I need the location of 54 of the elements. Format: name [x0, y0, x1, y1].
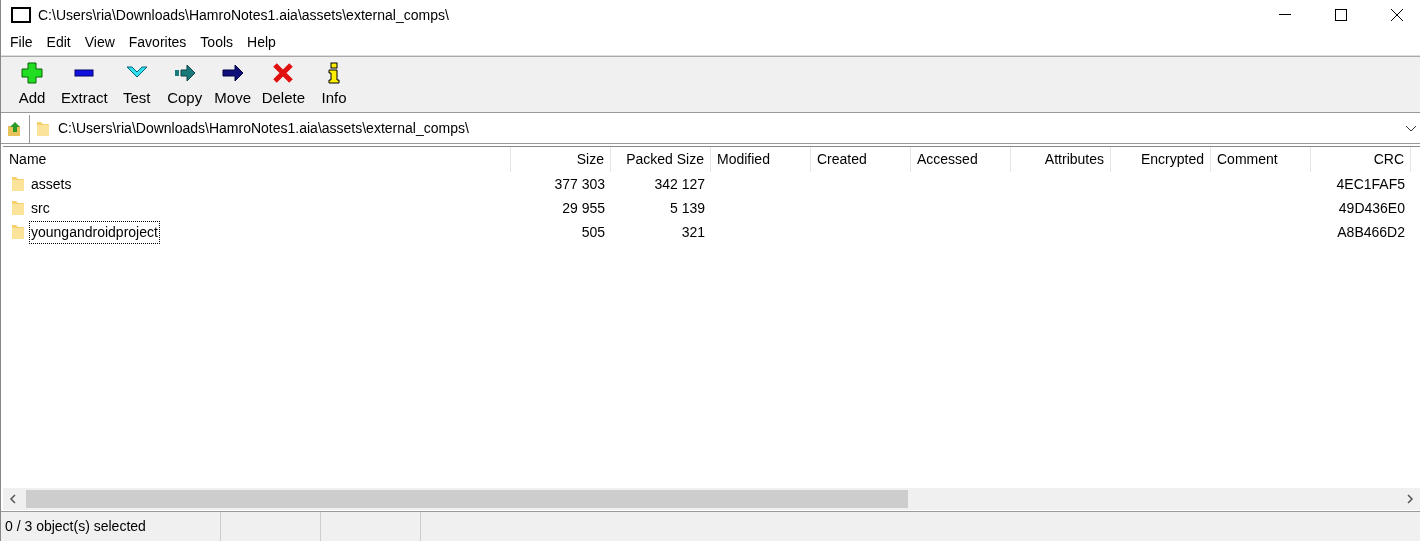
minimize-icon — [1279, 14, 1291, 16]
column-header[interactable]: Packed Size — [611, 147, 711, 172]
column-header[interactable]: Created — [811, 147, 911, 172]
toolbar-button[interactable]: Copy — [161, 61, 208, 108]
column-header[interactable]: Attributes — [1011, 147, 1111, 172]
file-row[interactable]: src 29 955 5 139 49D436E0 — [3, 196, 1420, 220]
column-header[interactable]: CRC — [1311, 147, 1411, 172]
toolbar-button[interactable]: Move — [209, 61, 256, 108]
plus-icon — [20, 61, 44, 85]
address-field[interactable]: C:\Users\ria\Downloads\HamroNotes1.aia\assets\external_comps\ — [29, 114, 1420, 143]
folder-icon — [36, 120, 50, 137]
toolbar-button[interactable]: Extract — [57, 61, 112, 108]
close-icon — [1391, 9, 1403, 21]
folder-icon — [11, 224, 25, 240]
file-row[interactable]: youngandroidproject 505 321 A8B466D2 — [3, 220, 1420, 244]
menu-item[interactable]: View — [77, 31, 122, 54]
toolbar-button[interactable]: Info — [311, 61, 358, 108]
menu-item[interactable]: Edit — [39, 31, 78, 54]
column-header[interactable]: Accessed — [911, 147, 1011, 172]
status-text: 0 / 3 object(s) selected — [1, 512, 221, 541]
table-cell-text: 4EC1FAF5 — [1335, 174, 1406, 194]
column-header[interactable]: Name — [3, 147, 511, 172]
file-row[interactable]: assets 377 303 342 127 4EC1FAF5 — [3, 172, 1420, 196]
table-cell-text: 321 — [680, 222, 706, 242]
folder-icon — [11, 176, 25, 192]
toolbar-button[interactable]: Test — [113, 61, 160, 108]
toolbar-button[interactable]: Add — [9, 61, 55, 108]
menu-item[interactable]: File — [3, 31, 40, 54]
menu-item[interactable]: Favorites — [121, 31, 194, 54]
table-cell-text: A8B466D2 — [1336, 222, 1406, 242]
menu-item[interactable]: Help — [240, 31, 283, 54]
file-name: src — [30, 198, 51, 218]
table-cell-text: 49D436E0 — [1337, 198, 1406, 218]
file-name: youngandroidproject — [30, 221, 159, 243]
table-cell-text: 29 955 — [561, 198, 606, 218]
scrollbar-thumb[interactable] — [26, 490, 908, 508]
folder-icon — [11, 200, 25, 216]
menu-item[interactable]: Tools — [193, 31, 241, 54]
toolbar-button[interactable]: Delete — [257, 61, 310, 108]
file-name: assets — [30, 174, 73, 194]
app-logo-icon — [11, 7, 31, 23]
dropdown-caret-icon — [1406, 125, 1416, 132]
table-cell-text: 5 139 — [668, 198, 706, 218]
column-header[interactable]: Comment — [1211, 147, 1311, 172]
column-header[interactable]: Size — [511, 147, 611, 172]
column-header[interactable]: Encrypted — [1111, 147, 1211, 172]
window-title: C:\Users\ria\Downloads\HamroNotes1.aia\assets\external_comps\ — [38, 5, 449, 25]
table-cell-text: 505 — [580, 222, 606, 242]
folder-up-icon[interactable] — [7, 120, 23, 137]
cross-icon — [271, 61, 296, 85]
table-cell-text: 342 127 — [653, 174, 706, 194]
column-header[interactable]: Modified — [711, 147, 811, 172]
maximize-icon — [1335, 9, 1347, 21]
table-cell-text: 377 303 — [553, 174, 606, 194]
